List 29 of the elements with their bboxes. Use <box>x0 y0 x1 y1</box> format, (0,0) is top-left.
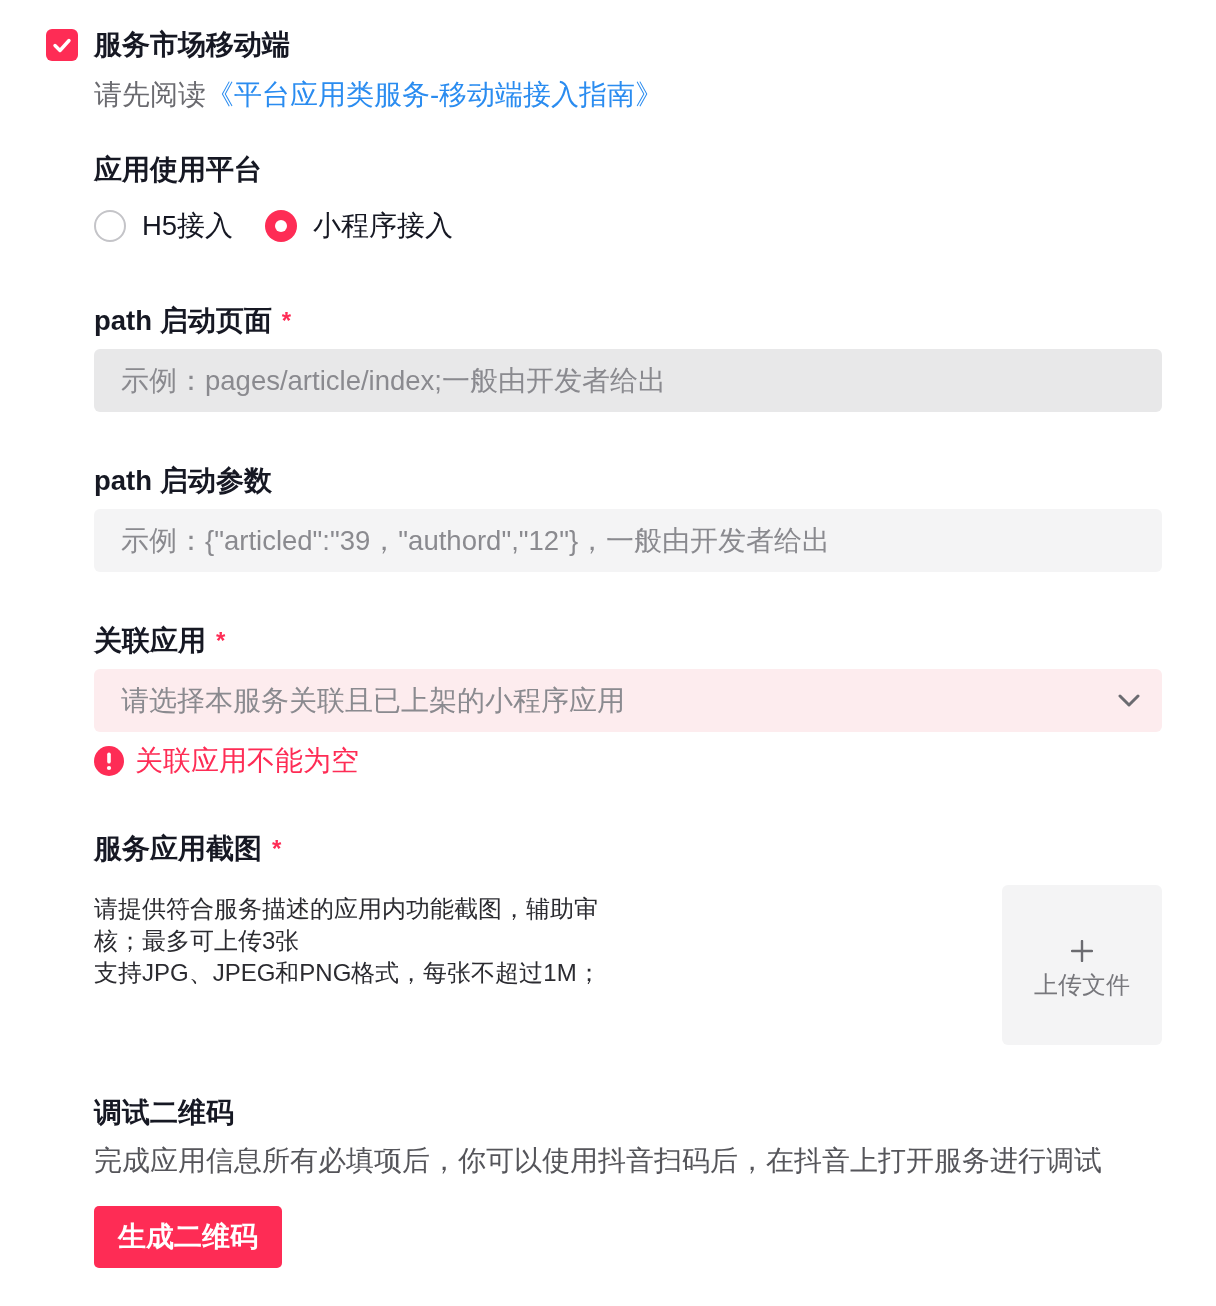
generate-qr-button[interactable]: 生成二维码 <box>94 1206 282 1268</box>
chevron-down-icon <box>1118 694 1140 707</box>
error-message: 关联应用不能为空 <box>135 744 359 778</box>
radio-option[interactable]: 小程序接入 <box>265 209 454 243</box>
error-icon <box>94 746 124 776</box>
checkbox-label[interactable]: 服务市场移动端 <box>94 28 290 62</box>
hint-text: 请提供符合服务描述的应用内功能截图，辅助审核；最多可上传3张 <box>94 894 599 956</box>
field-label: path 启动参数 <box>94 464 272 498</box>
guide-link[interactable]: 《平台应用类服务-移动端接入指南》 <box>206 79 664 110</box>
section-label: 调试二维码 <box>94 1096 234 1130</box>
plus-icon <box>1071 940 1093 962</box>
field-label: 应用使用平台 <box>94 153 262 187</box>
guide-notice: 请先阅读《平台应用类服务-移动端接入指南》 <box>94 78 665 112</box>
field-label: 服务应用截图 <box>94 832 262 866</box>
required-mark: * <box>272 837 282 861</box>
required-mark: * <box>281 309 292 333</box>
radio-icon[interactable] <box>265 210 298 242</box>
radio-option[interactable]: H5接入 <box>94 209 234 243</box>
text-input[interactable]: 示例：pages/article/index;一般由开发者给出 <box>94 349 1162 412</box>
field-label: 关联应用 <box>94 624 206 658</box>
select-field[interactable]: 请选择本服务关联且已上架的小程序应用 <box>94 669 1162 732</box>
required-mark: * <box>216 629 226 653</box>
debug-description: 完成应用信息所有必填项后，你可以使用抖音扫码后，在抖音上打开服务进行调试 <box>94 1144 1103 1178</box>
checkbox[interactable] <box>46 29 78 61</box>
upload-button[interactable]: 上传文件 <box>1002 885 1162 1045</box>
hint-text: 支持JPG、JPEG和PNG格式，每张不超过1M； <box>94 958 602 988</box>
field-label: path 启动页面 <box>94 304 272 338</box>
radio-icon[interactable] <box>94 210 126 242</box>
text-input[interactable]: 示例：{"articled":"39，"authord","12"}，一般由开发者给出 <box>94 509 1162 572</box>
